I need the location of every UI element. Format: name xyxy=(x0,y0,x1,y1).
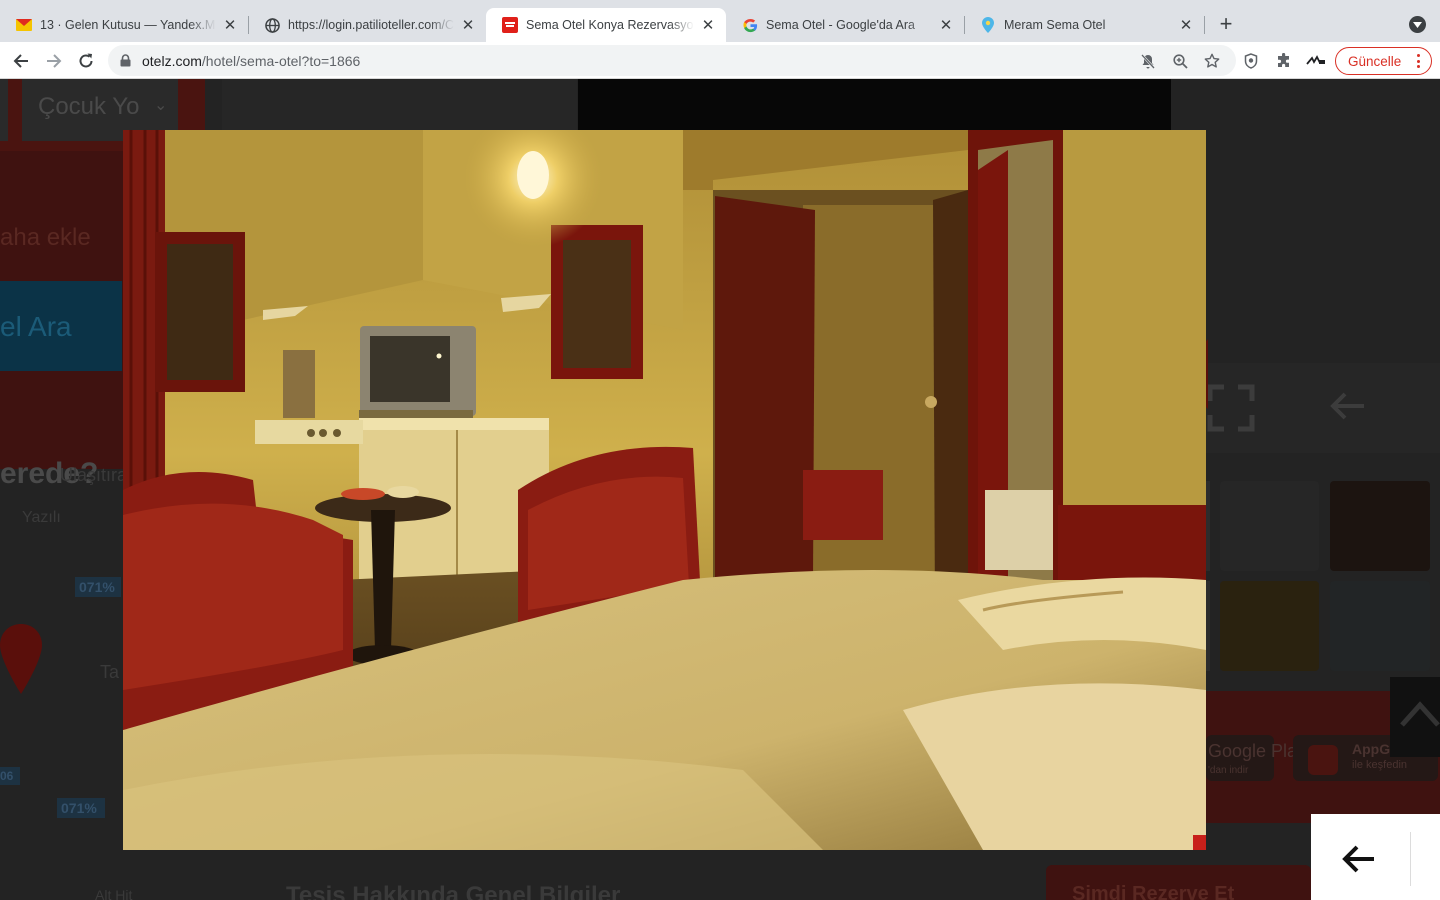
map-pin-icon xyxy=(0,624,42,694)
fullscreen-icon[interactable] xyxy=(1206,383,1256,433)
tab-google-search[interactable]: Sema Otel - Google'da Ara ✕ xyxy=(726,8,964,42)
divider xyxy=(1410,832,1411,886)
tab-patilioteller[interactable]: https://login.patilioteller.com/C ✕ xyxy=(248,8,486,42)
appgallery-icon xyxy=(1308,745,1338,775)
close-icon[interactable]: ✕ xyxy=(1178,17,1194,34)
arrow-left-icon xyxy=(13,54,28,68)
tab-title: Meram Sema Otel xyxy=(1004,18,1106,32)
url-path: /hotel/sema-otel?to=1866 xyxy=(201,53,361,69)
tab-search-button[interactable] xyxy=(1409,16,1426,33)
close-icon[interactable]: ✕ xyxy=(222,17,238,34)
notifications-blocked-icon[interactable] xyxy=(1139,52,1157,70)
chevron-down-icon: ⌄ xyxy=(154,97,168,114)
nearby-label: Alt Hit xyxy=(95,887,133,900)
zoom-icon[interactable] xyxy=(1171,52,1189,70)
tab-title: 13 · Gelen Kutusu — Yandex.Mail xyxy=(40,18,216,32)
google-play-sublabel: 'dan indir xyxy=(1208,765,1249,776)
yandex-mail-icon xyxy=(16,17,32,33)
tab-title: Sema Otel Konya Rezervasyon xyxy=(526,18,694,32)
close-icon[interactable]: ✕ xyxy=(700,17,716,34)
tab-title: https://login.patilioteller.com/C xyxy=(288,18,454,32)
panel-edge xyxy=(0,79,8,141)
appgallery-sublabel: ile keşfedin xyxy=(1352,759,1408,771)
badge-label: 06 xyxy=(0,769,14,783)
update-chrome-button[interactable]: Güncelle xyxy=(1335,47,1432,75)
gallery-thumb[interactable] xyxy=(1220,581,1319,671)
browser-tab-strip: 13 · Gelen Kutusu — Yandex.Mail ✕ https:… xyxy=(0,0,1440,42)
map-letter: Ta xyxy=(100,662,120,682)
section-heading: Tesis Hakkında Genel Bilgiler xyxy=(286,882,621,900)
lightbox-photo[interactable] xyxy=(123,130,1206,850)
forward-button[interactable] xyxy=(43,50,65,72)
tab-title: Sema Otel - Google'da Ara xyxy=(766,18,915,32)
close-icon[interactable]: ✕ xyxy=(938,17,954,34)
back-button[interactable] xyxy=(10,50,32,72)
lock-icon[interactable] xyxy=(120,54,131,72)
chevron-up-icon xyxy=(1400,701,1440,727)
arrow-left-icon[interactable] xyxy=(1330,392,1366,420)
search-button-label: el Ara xyxy=(0,311,72,342)
tab-sema-otel-konya[interactable]: Sema Otel Konya Rezervasyon ✕ xyxy=(486,8,726,42)
otelz-icon xyxy=(502,17,518,33)
browser-toolbar: otelz.com/hotel/sema-otel?to=1866 Güncel… xyxy=(0,42,1440,79)
google-play-label: Google Play xyxy=(1208,741,1307,761)
date-field[interactable] xyxy=(222,79,577,131)
close-icon[interactable]: ✕ xyxy=(460,17,476,34)
gallery-thumb[interactable] xyxy=(1330,481,1430,571)
reload-button[interactable] xyxy=(75,50,97,72)
tab-yandex-mail[interactable]: 13 · Gelen Kutusu — Yandex.Mail ✕ xyxy=(0,8,248,42)
price-tag-label: 071% xyxy=(79,579,115,595)
profile-extension-icon[interactable] xyxy=(1306,51,1326,71)
maps-icon xyxy=(980,17,996,33)
puzzle-extensions-icon[interactable] xyxy=(1274,51,1294,71)
hotel-room-photo xyxy=(123,130,1206,850)
address-bar[interactable]: otelz.com/hotel/sema-otel?to=1866 xyxy=(108,45,1236,76)
gallery-thumb[interactable] xyxy=(1206,581,1210,671)
tab-separator xyxy=(1204,16,1205,34)
write-label: Yazılı xyxy=(22,509,61,526)
hero-image xyxy=(578,79,1171,131)
lightbox-nav-panel xyxy=(1311,814,1440,900)
child-dropdown-label: Çocuk Yo xyxy=(38,93,140,120)
globe-icon xyxy=(264,17,280,33)
gallery-thumb[interactable] xyxy=(1206,481,1210,571)
tab-meram-sema-otel[interactable]: Meram Sema Otel ✕ xyxy=(964,8,1204,42)
gallery-thumb[interactable] xyxy=(1330,581,1430,671)
add-more-link[interactable]: aha ekle xyxy=(0,224,91,252)
price-tag-label: 071% xyxy=(61,800,97,816)
shield-extension-icon[interactable] xyxy=(1241,51,1261,71)
bookmark-star-icon[interactable] xyxy=(1203,52,1221,70)
url-text[interactable]: otelz.com/hotel/sema-otel?to=1866 xyxy=(142,53,360,69)
new-tab-button[interactable]: + xyxy=(1214,13,1238,37)
reserve-label: Şimdi Rezerve Et xyxy=(1072,883,1235,900)
url-host: otelz.com xyxy=(142,53,202,69)
chevron-down-icon xyxy=(1413,21,1422,28)
reload-icon xyxy=(79,53,93,68)
menu-dots-icon xyxy=(1416,54,1420,68)
gallery-thumb[interactable] xyxy=(1220,481,1319,571)
lightbox-back-arrow-icon[interactable] xyxy=(1342,845,1376,873)
google-icon xyxy=(742,17,758,33)
update-label: Güncelle xyxy=(1348,53,1402,69)
arrow-right-icon xyxy=(47,54,62,68)
